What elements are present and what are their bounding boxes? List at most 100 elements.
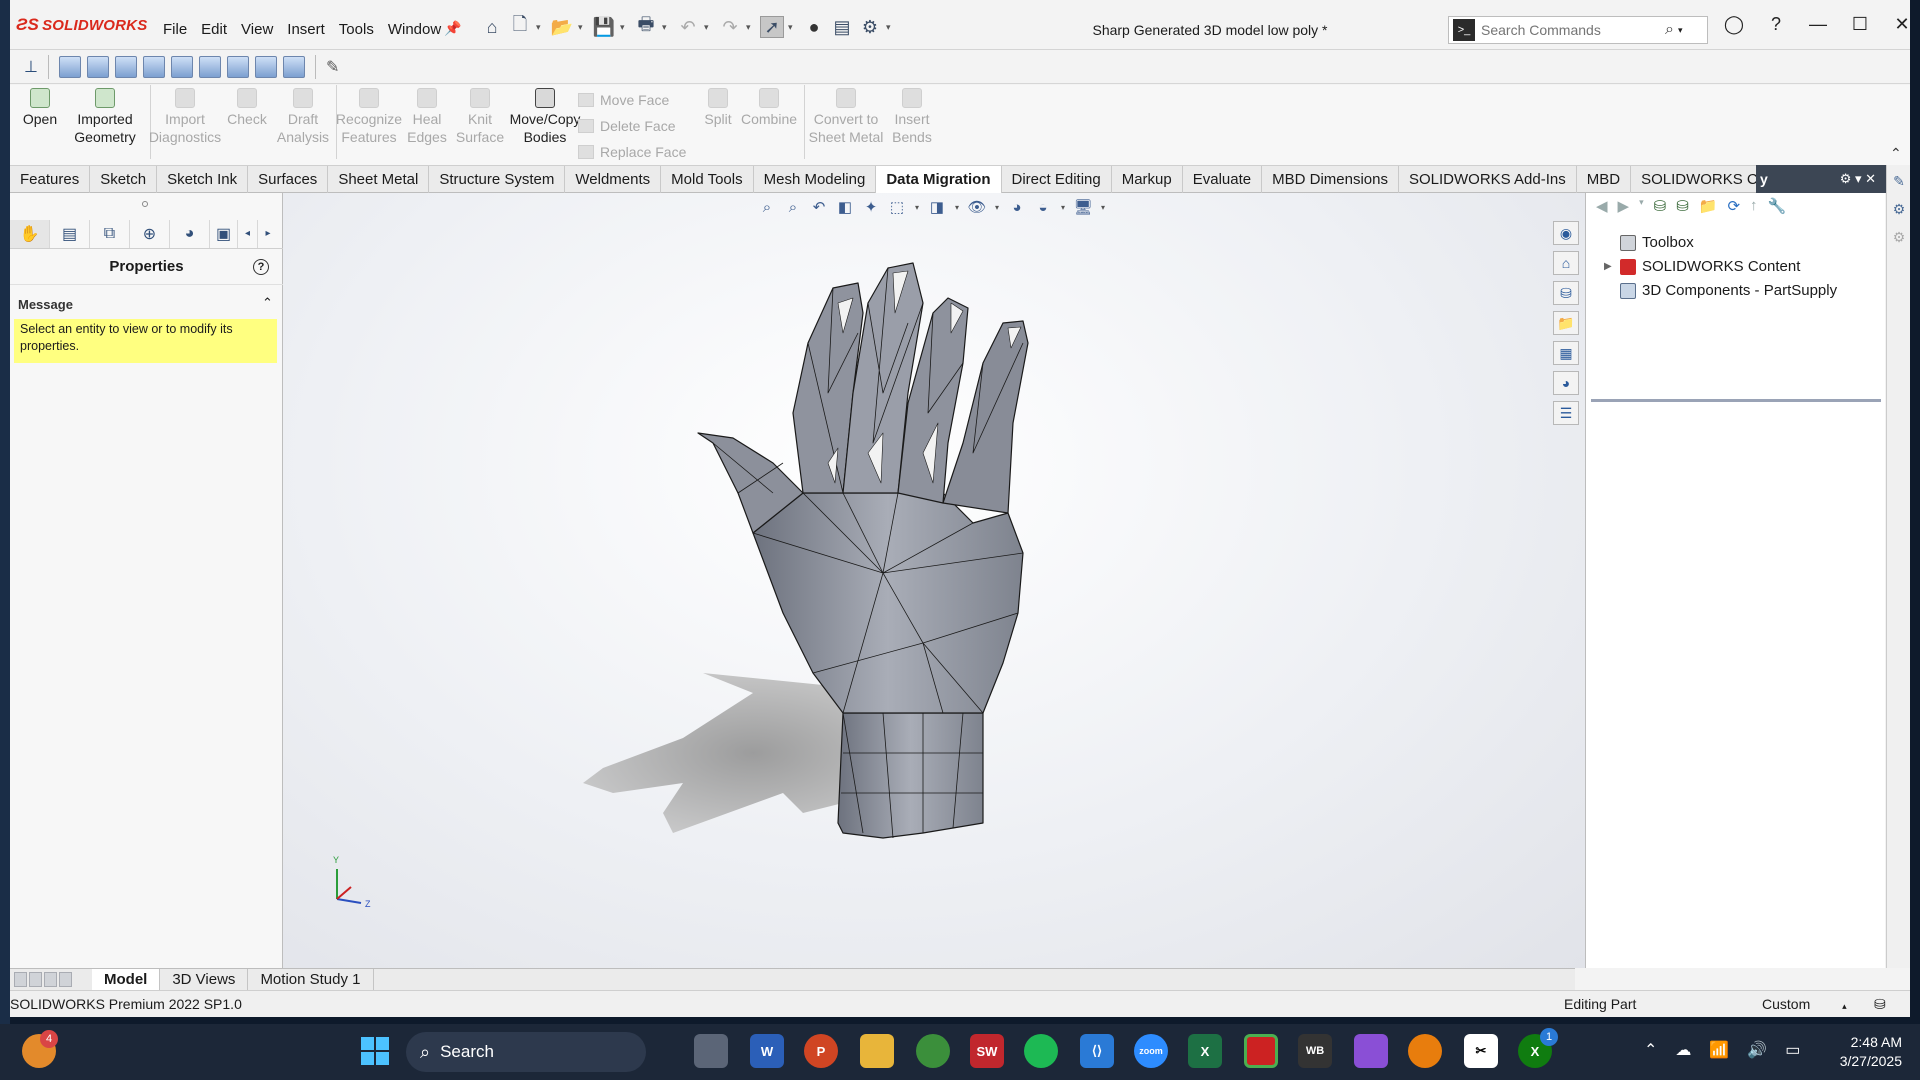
tab-model[interactable]: Model: [92, 969, 161, 990]
back-icon[interactable]: ◀: [1596, 197, 1608, 215]
tab-markup[interactable]: Markup: [1112, 166, 1183, 193]
podcast-app-icon[interactable]: [1354, 1034, 1388, 1068]
traffic-light-icon[interactable]: ●: [802, 16, 826, 38]
search-dropdown-icon[interactable]: ▾: [1678, 25, 1683, 36]
task-view-icon[interactable]: [694, 1034, 728, 1068]
cam-manager-tab-icon[interactable]: ▣: [210, 219, 238, 248]
volume-icon[interactable]: 🔊: [1747, 1040, 1767, 1060]
pin-menu-icon[interactable]: 📌: [444, 20, 461, 37]
right-view-icon[interactable]: [142, 55, 165, 78]
file-explorer-icon[interactable]: [860, 1034, 894, 1068]
save-dropdown-icon[interactable]: ▾: [620, 22, 630, 33]
settings-gear-disabled-icon[interactable]: ⚙: [1889, 229, 1909, 249]
capcut-icon[interactable]: ✂: [1464, 1034, 1498, 1068]
tree-item-toolbox[interactable]: Toolbox: [1604, 231, 1837, 255]
configuration-manager-tab-icon[interactable]: ⧉: [90, 219, 130, 248]
maximize-button[interactable]: ☐: [1846, 14, 1874, 35]
tab-weldments[interactable]: Weldments: [565, 166, 662, 193]
vscode-icon[interactable]: ⟨⟩: [1080, 1034, 1114, 1068]
taskbar-search-box[interactable]: ⌕ Search: [406, 1032, 646, 1072]
options-gear-icon[interactable]: ⚙: [858, 16, 882, 38]
scroll-left-icon[interactable]: ◂: [238, 219, 258, 248]
dimetric-view-icon[interactable]: [282, 55, 305, 78]
feature-manager-tab-icon[interactable]: ✋: [10, 219, 50, 248]
first-tab-icon[interactable]: [14, 972, 27, 987]
undo-icon[interactable]: ↶: [676, 16, 700, 38]
save-icon[interactable]: 💾: [592, 16, 616, 38]
spotify-icon[interactable]: [1024, 1034, 1058, 1068]
bottom-view-icon[interactable]: [198, 55, 221, 78]
tab-direct-editing[interactable]: Direct Editing: [1002, 166, 1112, 193]
up-one-level-icon[interactable]: ↑: [1750, 197, 1758, 215]
tab-mbd-dimensions[interactable]: MBD Dimensions: [1262, 166, 1399, 193]
redo-dropdown-icon[interactable]: ▾: [746, 22, 756, 33]
rebuild-status-icon[interactable]: ⛁: [1874, 991, 1886, 1017]
tree-item-solidworks-content[interactable]: ▶ SOLIDWORKS Content: [1604, 255, 1837, 279]
home-icon[interactable]: ⌂: [480, 16, 504, 38]
help-icon[interactable]: ?: [1762, 14, 1790, 35]
new-dropdown-icon[interactable]: ▾: [536, 22, 546, 33]
next-tab-icon[interactable]: [44, 972, 57, 987]
user-account-icon[interactable]: ◯: [1720, 14, 1748, 35]
view-selector-icon[interactable]: ✎: [326, 57, 339, 77]
minimize-button[interactable]: —: [1804, 14, 1832, 35]
tab-surfaces[interactable]: Surfaces: [248, 166, 329, 193]
tab-solidworks-add-ins[interactable]: SOLIDWORKS Add-Ins: [1399, 166, 1577, 193]
previous-tab-icon[interactable]: [29, 972, 42, 987]
file-explorer-icon[interactable]: 📁: [1553, 311, 1579, 335]
panel-grip-icon[interactable]: [142, 201, 148, 207]
tab-mesh-modeling[interactable]: Mesh Modeling: [754, 166, 877, 193]
onedrive-icon[interactable]: ☁: [1675, 1040, 1691, 1060]
tab-data-migration[interactable]: Data Migration: [876, 166, 1002, 193]
show-hidden-icons-icon[interactable]: ⌃: [1644, 1040, 1657, 1060]
options-dropdown-icon[interactable]: ▾: [886, 22, 896, 33]
view-palette-icon[interactable]: ▦: [1553, 341, 1579, 365]
tab-sketch[interactable]: Sketch: [90, 166, 158, 193]
scroll-right-icon[interactable]: ▸: [258, 220, 278, 248]
open-button[interactable]: Open: [20, 88, 60, 128]
home-icon[interactable]: ⌂: [1553, 251, 1579, 275]
new-document-icon[interactable]: 🗋: [508, 14, 532, 38]
front-view-icon[interactable]: [58, 55, 81, 78]
start-button[interactable]: [358, 1034, 392, 1068]
menu-window[interactable]: Window: [381, 21, 448, 38]
design-library-icon[interactable]: ⛁: [1553, 281, 1579, 305]
graphics-area[interactable]: ⌕ ⌕ ↶ ◧ ✦ ⬚ ▾ ◨ ▾ 👁 ▾ ◕ ◒ ▾ 🖥 ▾ Y Z ◉ ⌂ …: [283, 193, 1585, 968]
last-tab-icon[interactable]: [59, 972, 72, 987]
search-commands-box[interactable]: >_ ⌕ ▾: [1448, 16, 1708, 44]
history-dropdown-icon[interactable]: ▾: [1639, 197, 1644, 215]
custom-properties-icon[interactable]: ☰: [1553, 401, 1579, 425]
search-commands-input[interactable]: [1481, 22, 1661, 38]
close-button[interactable]: ✕: [1888, 14, 1910, 35]
tab-structure-system[interactable]: Structure System: [429, 166, 566, 193]
pane-divider[interactable]: [1591, 399, 1881, 402]
clock[interactable]: 2:48 AM 3/27/2025: [1818, 1033, 1902, 1071]
tab-mbd[interactable]: MBD: [1577, 166, 1632, 193]
chrome-icon[interactable]: [916, 1034, 950, 1068]
units-dropdown-icon[interactable]: ▴: [1842, 1001, 1847, 1011]
recognize-features-button[interactable]: Recognize Features: [332, 88, 406, 146]
add-file-location-icon[interactable]: ⛁: [1676, 197, 1689, 215]
print-dropdown-icon[interactable]: ▾: [662, 22, 672, 33]
create-new-folder-icon[interactable]: 📁: [1699, 197, 1718, 215]
word-icon[interactable]: W: [750, 1034, 784, 1068]
dimxpert-manager-tab-icon[interactable]: ⊕: [130, 219, 170, 248]
task-pane-options-icon[interactable]: ⚙ ▾ ✕: [1840, 165, 1876, 193]
tab-motion-study-1[interactable]: Motion Study 1: [248, 969, 374, 990]
undo-dropdown-icon[interactable]: ▾: [704, 22, 714, 33]
check-button[interactable]: Check: [222, 88, 272, 128]
tab-sketch-ink[interactable]: Sketch Ink: [157, 166, 249, 193]
delete-face-button[interactable]: Delete Face: [578, 113, 686, 139]
wifi-icon[interactable]: 📶: [1709, 1040, 1729, 1060]
menu-edit[interactable]: Edit: [194, 21, 234, 38]
collapse-ribbon-icon[interactable]: ⌃: [1890, 145, 1902, 162]
move-face-button[interactable]: Move Face: [578, 87, 686, 113]
file-properties-icon[interactable]: ▤: [830, 16, 854, 38]
open-dropdown-icon[interactable]: ▾: [578, 22, 588, 33]
tab-evaluate[interactable]: Evaluate: [1183, 166, 1263, 193]
blender-icon[interactable]: [1408, 1034, 1442, 1068]
tab-features[interactable]: Features: [10, 166, 91, 193]
menu-tools[interactable]: Tools: [332, 21, 381, 38]
property-manager-tab-icon[interactable]: ▤: [50, 219, 90, 248]
tab-sheet-metal[interactable]: Sheet Metal: [328, 166, 430, 193]
